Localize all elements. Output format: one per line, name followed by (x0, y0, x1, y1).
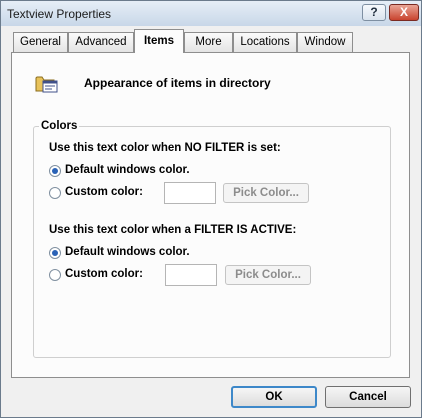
filter-active-custom-label[interactable]: Custom color: (65, 268, 143, 280)
no-filter-custom-radio[interactable] (49, 187, 61, 199)
filter-active-default-radio[interactable] (49, 247, 61, 259)
ok-button[interactable]: OK (231, 386, 317, 408)
title-bar[interactable]: Textview Properties ? X (1, 1, 421, 26)
cancel-button[interactable]: Cancel (325, 386, 411, 408)
no-filter-default-label[interactable]: Default windows color. (65, 164, 190, 176)
tab-advanced[interactable]: Advanced (68, 32, 134, 52)
no-filter-prompt: Use this text color when NO FILTER is se… (49, 142, 281, 154)
filter-active-default-label[interactable]: Default windows color. (65, 246, 190, 258)
tab-window[interactable]: Window (297, 32, 353, 52)
no-filter-custom-label[interactable]: Custom color: (65, 186, 143, 198)
page-heading: Appearance of items in directory (84, 76, 271, 90)
tab-general[interactable]: General (13, 32, 68, 52)
no-filter-color-swatch[interactable] (164, 182, 216, 204)
filter-active-custom-radio[interactable] (49, 269, 61, 281)
filter-active-color-swatch[interactable] (165, 264, 217, 286)
tab-locations[interactable]: Locations (233, 32, 297, 52)
filter-active-prompt: Use this text color when a FILTER IS ACT… (49, 224, 297, 236)
help-button[interactable]: ? (362, 4, 386, 21)
window-title: Textview Properties (7, 7, 112, 21)
colors-group-title: Colors (39, 120, 80, 132)
folder-icon (35, 76, 58, 93)
no-filter-default-radio[interactable] (49, 165, 61, 177)
tab-more[interactable]: More (184, 32, 233, 52)
colors-group-box (33, 126, 391, 358)
no-filter-pick-color-button[interactable]: Pick Color... (223, 183, 309, 203)
tab-items[interactable]: Items (134, 29, 184, 53)
filter-active-pick-color-button[interactable]: Pick Color... (225, 265, 311, 285)
close-button[interactable]: X (389, 4, 419, 21)
